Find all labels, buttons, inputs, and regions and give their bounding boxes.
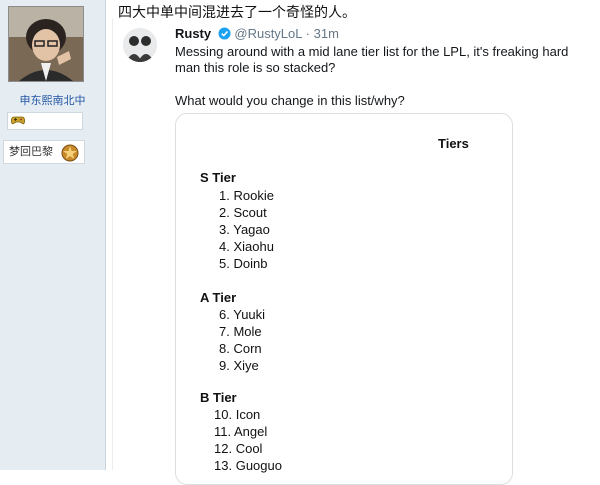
- tier-list-title: Tiers: [438, 136, 469, 151]
- medal-icon: [61, 144, 79, 162]
- user-sidebar: 申东熙南北中 梦回巴黎: [0, 0, 106, 470]
- list-item: 7. Mole: [219, 324, 262, 339]
- tier-heading-s: S Tier: [200, 170, 236, 185]
- tweet-body: Messing around with a mid lane tier list…: [175, 44, 569, 75]
- gamepad-icon: [11, 116, 25, 125]
- tweet-separator: ·: [305, 26, 310, 41]
- tweet-header: Rusty @RustyLoL · 31m: [175, 26, 339, 41]
- list-item: 8. Corn: [219, 341, 262, 356]
- verified-badge-icon: [218, 27, 231, 40]
- avatar-image: [9, 7, 83, 81]
- list-item: 3. Yagao: [219, 222, 270, 237]
- list-item: 9. Xiye: [219, 358, 259, 373]
- tweet-author-name[interactable]: Rusty: [175, 26, 211, 41]
- badge-row: [7, 112, 83, 130]
- tweet-timestamp[interactable]: 31m: [314, 26, 339, 41]
- tier-heading-b: B Tier: [200, 390, 237, 405]
- tier-list-image[interactable]: Tiers S Tier 1. Rookie 2. Scout 3. Yagao…: [175, 113, 513, 485]
- medal-row[interactable]: 梦回巴黎: [3, 140, 85, 164]
- list-item: 11. Angel: [214, 424, 268, 439]
- list-item: 2. Scout: [219, 205, 267, 220]
- avatar[interactable]: [8, 6, 84, 82]
- tweet-avatar[interactable]: [123, 28, 157, 62]
- list-item: 1. Rookie: [219, 188, 274, 203]
- list-item: 6. Yuuki: [219, 307, 266, 322]
- list-item: 13. Guoguo: [214, 458, 282, 473]
- embedded-tweet: Rusty @RustyLoL · 31m Messing around wit…: [112, 18, 600, 485]
- user-name[interactable]: 申东熙南北中: [0, 92, 105, 108]
- list-item: 4. Xiaohu: [219, 239, 274, 254]
- tweet-author-handle[interactable]: @RustyLoL: [234, 26, 302, 41]
- list-item: 12. Cool: [214, 441, 263, 456]
- tier-heading-a: A Tier: [200, 290, 237, 305]
- tweet-question: What would you change in this list/why?: [175, 93, 405, 108]
- tweet-avatar-image: [123, 28, 157, 62]
- medal-label: 梦回巴黎: [9, 146, 53, 158]
- list-item: 5. Doinb: [219, 256, 268, 271]
- list-item: 10. Icon: [214, 407, 261, 422]
